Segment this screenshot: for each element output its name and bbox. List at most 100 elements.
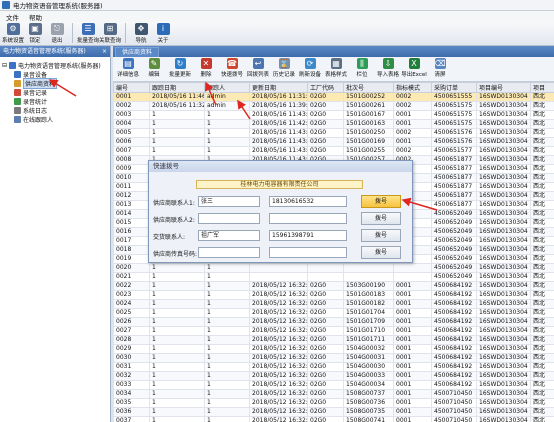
tree-item-5[interactable]: 在线跟踪人 [2,115,108,124]
dial-button[interactable]: 拨号 [361,246,401,259]
column-header[interactable]: 项目编号 [476,82,531,93]
phone-number-field[interactable]: 18130616532 [269,196,347,207]
table-cell: 0006 [113,137,150,147]
toolbar-button-6[interactable]: i 关于 [152,22,174,45]
tool-button-10[interactable]: ⇩ 导入表格 [375,57,401,80]
toolbar-button-label: 导航 [135,38,147,44]
column-header[interactable]: 采购订单 [431,82,477,93]
panel-close-icon[interactable]: × [102,46,107,57]
table-row[interactable]: 0025112018/05/12 16:32:5302G01501G017040… [113,308,554,318]
table-row[interactable]: 00022018/05/16 11:32:08admin2018/05/16 1… [113,101,554,111]
tool-button-label: 清屏 [434,72,446,78]
table-row[interactable]: 0023112018/05/12 16:32:5302G01501G001830… [113,290,554,300]
table-cell: 1 [204,281,250,291]
table-row[interactable]: 0020 1 1 4500652049 16SWD0130304 西北 [113,263,554,273]
table-cell: 西北 [530,191,554,201]
table-cell: 1501G00182 [343,299,394,309]
table-cell: admin [204,101,250,111]
tree-item-4[interactable]: 系统日志 [2,106,108,115]
toolbar-button-1[interactable]: ▣ 锁定 [24,22,46,45]
tool-button-0[interactable]: ▤ 详细信息 [115,57,141,80]
tool-button-2[interactable]: ↻ 批量更新 [167,57,193,80]
table-cell: 1 [149,272,205,282]
table-cell: 西北 [530,389,554,399]
column-header[interactable]: 项目 [530,82,554,93]
phone-number-field[interactable] [269,213,347,224]
menu-file[interactable]: 文件 [6,12,19,22]
column-header[interactable]: 工厂代码 [307,82,344,93]
column-header[interactable]: 指标模式 [393,82,432,93]
table-cell: 4500651877 [431,164,477,174]
tree-root[interactable]: ⊟ 电力物资语音管理系统(服务器) [2,61,108,70]
table-row[interactable]: 0022112018/05/12 16:32:5302G01503G001900… [113,281,554,291]
toolbar-button-2[interactable]: ⎋ 退出 [46,22,68,45]
table-cell: 0018 [113,245,150,255]
menu-help[interactable]: 帮助 [29,12,42,22]
table-row[interactable]: 0004112018/05/16 11:42:4802G01501G001630… [113,119,554,129]
contact-name-field[interactable] [198,247,260,258]
table-row[interactable]: 0026112018/05/12 16:32:5302G01501G017090… [113,317,554,327]
contact-name-field[interactable] [198,213,260,224]
table-row[interactable]: 0006112018/05/16 11:43:0702G01501G001690… [113,137,554,147]
tab-supplier-info[interactable]: 供应商资料 [115,47,160,57]
table-row[interactable]: 0029112018/05/12 16:32:5302G01504G000320… [113,344,554,354]
collapse-icon[interactable]: ⊟ [2,62,7,69]
column-header[interactable]: 编号 [113,82,150,93]
table-row[interactable]: 0007112018/05/16 11:43:0702G01501G002550… [113,146,554,156]
table-cell: 1 [149,371,205,381]
phone-number-field[interactable]: 15961398791 [269,230,347,241]
tool-button-11[interactable]: X 导出Excel [401,57,427,80]
title-bar: 电力物资语音管理系统(服务器) [0,0,554,11]
table-cell: 4500652049 [431,254,477,264]
table-row[interactable]: 0033112018/05/12 16:32:5302G01504G000340… [113,380,554,390]
table-row[interactable]: 0031112018/05/12 16:32:5302G01504G000300… [113,362,554,372]
table-row[interactable]: 00012018/05/16 11:46:50admin2018/05/16 1… [113,92,554,102]
column-header[interactable]: 批次号 [343,82,394,93]
table-row[interactable]: 0027112018/05/12 16:32:5302G01501G017100… [113,326,554,336]
table-cell: 16SWD0130304 [476,182,531,192]
tool-button-4[interactable]: ☎ 快速拨号 [219,57,245,80]
tool-button-12[interactable]: ⌫ 清屏 [427,57,453,80]
dial-button[interactable]: 拨号 [361,212,401,225]
table-cell [393,272,432,282]
dial-button[interactable]: 拨号 [361,195,401,208]
table-row[interactable]: 0030112018/05/12 16:32:5302G01504G000310… [113,353,554,363]
table-row[interactable]: 0028112018/05/12 16:32:5302G01501G017110… [113,335,554,345]
table-cell: 1 [204,398,250,408]
column-header[interactable]: 更新日期 [249,82,308,93]
table-cell: 0020 [113,263,150,273]
contact-name-field[interactable]: 张三 [198,196,260,207]
toolbar-button-5[interactable]: ✥ 导航 [130,22,152,45]
table-cell: 0034 [113,389,150,399]
tool-button-1[interactable]: ✎ 编辑 [141,57,167,80]
table-row[interactable]: 0021 1 1 4500652049 16SWD0130304 西北 [113,272,554,282]
tool-button-8[interactable]: ▦ 表格样式 [323,57,349,80]
tool-button-9[interactable]: ⫼ 栏位 [349,57,375,80]
column-header[interactable]: 跟踪日期 [149,82,205,93]
table-row[interactable]: 0034112018/05/12 16:32:5302G01508G007370… [113,389,554,399]
table-row[interactable]: 0032112018/05/12 16:32:5302G01504G000330… [113,371,554,381]
tool-button-6[interactable]: ⌛ 历史记录 [271,57,297,80]
tool-button-3[interactable]: ✕ 删除 [193,57,219,80]
tree-item-3[interactable]: 录音统计 [2,97,108,106]
tool-button-5[interactable]: ↩ 回拨列表 [245,57,271,80]
table-row[interactable]: 0035112018/05/12 16:32:5302G01508G007360… [113,398,554,408]
table-cell: 西北 [530,182,554,192]
toolbar-button-0[interactable]: ⚙ 系统设置 [2,22,24,45]
tree-item-1[interactable]: 供应商资料 [2,78,108,89]
phone-number-field[interactable] [269,247,347,258]
tree-item-2[interactable]: 录音记录 [2,88,108,97]
table-row[interactable]: 0005112018/05/16 11:43:0702G01501G002500… [113,128,554,138]
contact-name-field[interactable]: 祖广军 [198,230,260,241]
dial-button[interactable]: 拨号 [361,229,401,242]
column-header[interactable]: 跟踪人 [204,82,250,93]
table-row[interactable]: 0003112018/05/16 11:43:0702G01501G001670… [113,110,554,120]
toolbar-button-4[interactable]: ⊞ 关联查询 [99,22,121,45]
toolbar-button-3[interactable]: ☰ 批量查询 [77,22,99,45]
table-cell: 西北 [530,218,554,228]
table-row[interactable]: 0024112018/05/12 16:32:5302G01501G001820… [113,299,554,309]
table-cell: 1501G00255 [343,146,394,156]
table-row[interactable]: 0036112018/05/12 16:32:5302G01508G007350… [113,407,554,417]
tool-button-7[interactable]: ⟳ 刷新设备 [297,57,323,80]
table-row[interactable]: 0037112018/05/12 16:32:5302G01508G007410… [113,416,554,422]
